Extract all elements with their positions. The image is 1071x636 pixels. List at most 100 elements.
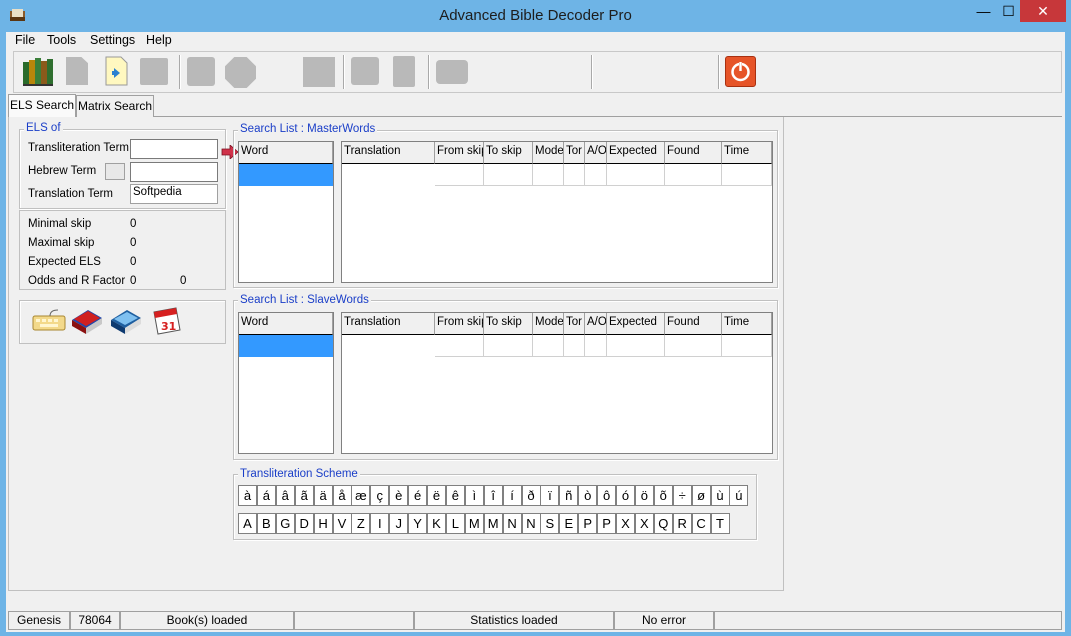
grid-cell[interactable] bbox=[533, 164, 564, 186]
transliteration-char-button[interactable]: K bbox=[427, 513, 446, 534]
column-header[interactable]: Found bbox=[665, 313, 722, 335]
books-icon[interactable] bbox=[21, 56, 55, 88]
translation-term-input[interactable]: Softpedia bbox=[130, 184, 218, 204]
transliteration-char-button[interactable]: ð bbox=[521, 485, 541, 506]
transliteration-char-button[interactable]: á bbox=[256, 485, 276, 506]
word-selected-cell[interactable] bbox=[239, 164, 333, 186]
transliteration-char-button[interactable]: Q bbox=[653, 513, 673, 534]
transliteration-char-button[interactable]: î bbox=[483, 485, 503, 506]
column-header[interactable]: Expected bbox=[607, 313, 665, 335]
column-header[interactable]: Tor bbox=[564, 313, 585, 335]
transliteration-term-input[interactable] bbox=[130, 139, 218, 159]
transliteration-char-button[interactable]: S bbox=[540, 513, 560, 534]
transliteration-char-button[interactable]: T bbox=[710, 513, 730, 534]
hebrew-keyboard-button[interactable] bbox=[105, 163, 125, 180]
transliteration-char-button[interactable]: X bbox=[616, 513, 635, 534]
transliteration-char-button[interactable]: é bbox=[408, 485, 428, 506]
open-document-icon[interactable] bbox=[104, 56, 130, 86]
transliteration-char-button[interactable]: ì bbox=[464, 485, 484, 506]
grid-cell[interactable] bbox=[665, 164, 722, 186]
grid-cell[interactable] bbox=[585, 335, 607, 357]
transliteration-char-button[interactable]: è bbox=[389, 485, 409, 506]
grid-cell[interactable] bbox=[607, 164, 665, 186]
hebrew-term-input[interactable] bbox=[130, 162, 218, 182]
transliteration-char-button[interactable]: í bbox=[502, 485, 522, 506]
grid-cell[interactable] bbox=[665, 335, 722, 357]
transliteration-char-button[interactable]: A bbox=[238, 513, 257, 534]
transliteration-char-button[interactable]: V bbox=[332, 513, 352, 534]
transliteration-char-button[interactable]: à bbox=[238, 485, 257, 506]
transliteration-char-button[interactable]: å bbox=[332, 485, 352, 506]
keyboard-icon[interactable] bbox=[32, 308, 66, 334]
column-header[interactable]: To skip bbox=[484, 142, 533, 164]
tab-matrix-search[interactable]: Matrix Search bbox=[76, 95, 154, 117]
transliteration-char-button[interactable]: Y bbox=[408, 513, 428, 534]
transliteration-char-button[interactable]: M bbox=[483, 513, 503, 534]
transliteration-char-button[interactable]: ó bbox=[616, 485, 635, 506]
transliteration-char-button[interactable]: ã bbox=[294, 485, 314, 506]
column-header[interactable]: From skip bbox=[435, 313, 484, 335]
transliteration-char-button[interactable]: ö bbox=[634, 485, 654, 506]
grid-cell[interactable] bbox=[533, 335, 564, 357]
column-header[interactable]: A/O bbox=[585, 142, 607, 164]
menu-help[interactable]: Help bbox=[146, 33, 172, 47]
column-header[interactable]: Expected bbox=[607, 142, 665, 164]
word-selected-cell[interactable] bbox=[239, 335, 333, 357]
maximize-button[interactable]: ☐ bbox=[997, 0, 1020, 22]
transliteration-char-button[interactable]: ù bbox=[710, 485, 730, 506]
transliteration-char-button[interactable]: ñ bbox=[559, 485, 579, 506]
word-header[interactable]: Word bbox=[239, 142, 333, 164]
transliteration-char-button[interactable]: G bbox=[275, 513, 295, 534]
column-header[interactable]: To skip bbox=[484, 313, 533, 335]
transliteration-char-button[interactable]: N bbox=[521, 513, 541, 534]
grid-cell[interactable] bbox=[722, 164, 772, 186]
transliteration-char-button[interactable]: ë bbox=[427, 485, 446, 506]
grid-cell[interactable] bbox=[484, 335, 533, 357]
power-button[interactable] bbox=[725, 56, 756, 87]
transliteration-char-button[interactable]: J bbox=[389, 513, 409, 534]
transliteration-char-button[interactable]: â bbox=[275, 485, 295, 506]
grid-cell[interactable] bbox=[435, 164, 484, 186]
calendar-31-icon[interactable]: 31 bbox=[150, 306, 182, 336]
column-header[interactable]: Tor bbox=[564, 142, 585, 164]
column-header[interactable]: Translation bbox=[342, 142, 435, 164]
clipboard-icon[interactable] bbox=[187, 57, 215, 86]
column-header[interactable]: Mode bbox=[533, 313, 564, 335]
transliteration-char-button[interactable]: ä bbox=[313, 485, 333, 506]
transliteration-char-button[interactable]: X bbox=[634, 513, 654, 534]
red-book-icon[interactable] bbox=[70, 306, 104, 336]
column-header[interactable]: Mode bbox=[533, 142, 564, 164]
slave-translation-grid[interactable]: Translation From skip To skip Mode Tor A/O Exp… bbox=[341, 312, 773, 454]
transliteration-char-button[interactable]: L bbox=[445, 513, 465, 534]
transliteration-char-button[interactable]: ò bbox=[578, 485, 598, 506]
transliteration-char-button[interactable]: ç bbox=[370, 485, 390, 506]
column-header[interactable]: Found bbox=[665, 142, 722, 164]
grid-cell[interactable] bbox=[564, 164, 585, 186]
grid-cell[interactable] bbox=[722, 335, 772, 357]
grid-cell[interactable] bbox=[585, 164, 607, 186]
save-icon[interactable] bbox=[140, 58, 168, 85]
slave-word-grid[interactable]: Word bbox=[238, 312, 334, 454]
notebook-icon[interactable] bbox=[393, 56, 415, 87]
transliteration-char-button[interactable]: ê bbox=[445, 485, 465, 506]
transliteration-char-button[interactable]: B bbox=[256, 513, 276, 534]
grid-cell[interactable] bbox=[564, 335, 585, 357]
close-button[interactable]: ✕ bbox=[1020, 0, 1066, 22]
transliteration-char-button[interactable]: ÷ bbox=[672, 485, 692, 506]
grid-cell[interactable] bbox=[435, 335, 484, 357]
master-word-grid[interactable]: Word bbox=[238, 141, 334, 283]
transliteration-char-button[interactable]: ú bbox=[729, 485, 749, 506]
transliteration-char-button[interactable]: H bbox=[313, 513, 333, 534]
master-translation-grid[interactable]: Translation From skip To skip Mode Tor A/O Exp… bbox=[341, 141, 773, 283]
menu-tools[interactable]: Tools bbox=[47, 33, 76, 47]
minimize-button[interactable]: — bbox=[970, 0, 997, 22]
export-icon[interactable] bbox=[436, 60, 468, 84]
transliteration-char-button[interactable]: M bbox=[464, 513, 484, 534]
gray-square-icon[interactable] bbox=[303, 57, 335, 87]
transliteration-char-button[interactable]: õ bbox=[653, 485, 673, 506]
calendar-icon[interactable] bbox=[351, 57, 379, 85]
transliteration-char-button[interactable]: D bbox=[294, 513, 314, 534]
transliteration-char-button[interactable]: P bbox=[597, 513, 617, 534]
transliteration-char-button[interactable]: Z bbox=[351, 513, 371, 534]
transliteration-char-button[interactable]: R bbox=[672, 513, 692, 534]
